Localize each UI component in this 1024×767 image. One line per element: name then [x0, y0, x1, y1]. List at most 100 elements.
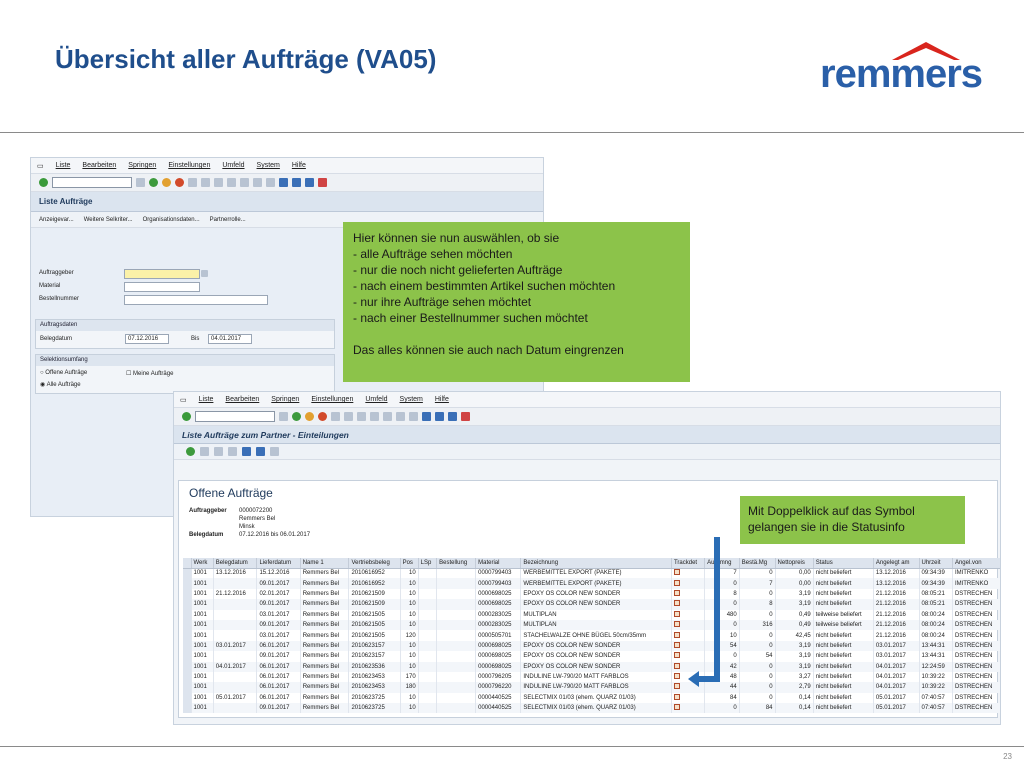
column-header[interactable]: Werk: [191, 558, 214, 569]
menu-system[interactable]: System: [400, 396, 423, 403]
first-page-icon[interactable]: [370, 412, 379, 421]
find-icon[interactable]: [201, 178, 210, 187]
new-session-icon[interactable]: [279, 178, 288, 187]
menu-einstellungen[interactable]: Einstellungen: [311, 396, 353, 403]
save-icon[interactable]: [279, 412, 288, 421]
help-icon[interactable]: [448, 412, 457, 421]
radio-offene[interactable]: ○ Offene Aufträge: [40, 370, 87, 376]
column-header[interactable]: Lieferdatum: [256, 558, 301, 569]
trackdet-icon[interactable]: [673, 662, 680, 669]
column-header[interactable]: Angel.von: [952, 558, 1000, 569]
select-all-cell[interactable]: [183, 558, 192, 569]
checkbox-meine[interactable]: ☐ Meine Aufträge: [126, 370, 173, 377]
radio-alle[interactable]: ◉ Alle Aufträge: [40, 381, 81, 388]
layout-icon[interactable]: [461, 412, 470, 421]
auftraggeber-input[interactable]: [124, 269, 200, 279]
help-icon[interactable]: [305, 178, 314, 187]
trackdet-cell[interactable]: [671, 630, 706, 641]
trackdet-cell[interactable]: [671, 651, 706, 662]
table-row[interactable]: 1001 09.01.2017 Remmers Bel 2010623157 10 000…: [183, 651, 1000, 662]
menu-einstellungen[interactable]: Einstellungen: [168, 162, 210, 169]
trackdet-cell[interactable]: [671, 609, 706, 620]
last-page-icon[interactable]: [266, 178, 275, 187]
belegdatum-to-input[interactable]: 04.01.2017: [208, 334, 252, 344]
column-header[interactable]: Auftrmng: [704, 558, 740, 569]
menu-bearbeiten[interactable]: Bearbeiten: [225, 396, 259, 403]
shortcut-icon[interactable]: [435, 412, 444, 421]
exit-icon[interactable]: [305, 412, 314, 421]
row-selector[interactable]: [183, 588, 192, 600]
row-selector[interactable]: [183, 661, 192, 672]
find-next-icon[interactable]: [357, 412, 366, 421]
menu-icon[interactable]: ▭: [180, 396, 187, 404]
appbar-weitere-selkriter[interactable]: Weitere Selkriter...: [84, 217, 133, 223]
command-field[interactable]: [195, 411, 275, 422]
table-row[interactable]: 1001 09.01.2017 Remmers Bel 2010616952 10 000…: [183, 578, 1000, 589]
trackdet-cell[interactable]: [671, 599, 706, 610]
cancel-icon[interactable]: [175, 178, 184, 187]
trackdet-icon[interactable]: [673, 610, 680, 617]
table-row[interactable]: 1001 21.12.2016 02.01.2017 Remmers Bel 20106…: [183, 588, 1000, 600]
menu-liste[interactable]: Liste: [56, 162, 71, 169]
find-icon[interactable]: [344, 412, 353, 421]
table-row[interactable]: 1001 03.01.2017 Remmers Bel 2010621505 120 00…: [183, 630, 1000, 641]
column-header[interactable]: Belegdatum: [213, 558, 258, 569]
trackdet-icon[interactable]: [673, 704, 680, 711]
shortcut-icon[interactable]: [292, 178, 301, 187]
next-page-icon[interactable]: [396, 412, 405, 421]
column-header[interactable]: Nettopreis: [775, 558, 814, 569]
row-selector[interactable]: [183, 568, 192, 579]
column-header[interactable]: Status: [813, 558, 874, 569]
bestellnummer-input[interactable]: [124, 295, 268, 305]
menu-umfeld[interactable]: Umfeld: [365, 396, 387, 403]
column-header[interactable]: Bezeichnung: [520, 558, 672, 569]
row-selector[interactable]: [183, 671, 192, 683]
enter-icon[interactable]: [182, 412, 191, 421]
trackdet-icon[interactable]: [673, 683, 680, 690]
column-header[interactable]: Bestä.Mg: [739, 558, 776, 569]
row-selector[interactable]: [183, 682, 192, 693]
trackdet-cell[interactable]: [671, 703, 706, 714]
row-selector[interactable]: [183, 599, 192, 610]
row-selector[interactable]: [183, 651, 192, 662]
column-header[interactable]: LSp: [418, 558, 438, 569]
table-row[interactable]: 1001 04.01.2017 06.01.2017 Remmers Bel 20106…: [183, 661, 1000, 672]
row-selector[interactable]: [183, 630, 192, 641]
print-icon[interactable]: [188, 178, 197, 187]
filter-icon[interactable]: [242, 447, 251, 456]
column-header[interactable]: Bestellung: [436, 558, 477, 569]
new-session-icon[interactable]: [422, 412, 431, 421]
table-row[interactable]: 1001 03.01.2017 06.01.2017 Remmers Bel 20106…: [183, 640, 1000, 652]
row-selector[interactable]: [183, 609, 192, 620]
menu-icon[interactable]: ▭: [37, 162, 44, 170]
first-page-icon[interactable]: [227, 178, 236, 187]
appbar-organisationsdaten[interactable]: Organisationsdaten...: [143, 217, 200, 223]
column-header[interactable]: Angelegt am: [873, 558, 920, 569]
save-icon[interactable]: [136, 178, 145, 187]
belegdatum-from-input[interactable]: 07.12.2016: [125, 334, 169, 344]
next-page-icon[interactable]: [253, 178, 262, 187]
trackdet-cell[interactable]: [671, 640, 706, 652]
sort-desc-icon[interactable]: [214, 447, 223, 456]
menu-hilfe[interactable]: Hilfe: [435, 396, 449, 403]
trackdet-icon[interactable]: [673, 589, 680, 596]
trackdet-cell[interactable]: [671, 568, 706, 579]
trackdet-cell[interactable]: [671, 692, 706, 704]
appbar-anzeigevar[interactable]: Anzeigevar...: [39, 217, 74, 223]
column-header[interactable]: Uhrzeit: [919, 558, 953, 569]
details-icon[interactable]: [186, 447, 195, 456]
menu-bearbeiten[interactable]: Bearbeiten: [82, 162, 116, 169]
value-help-icon[interactable]: [201, 270, 208, 277]
trackdet-icon[interactable]: [673, 579, 680, 586]
table-row[interactable]: 1001 09.01.2017 Remmers Bel 2010621505 10 000…: [183, 619, 1000, 631]
command-field[interactable]: [52, 177, 132, 188]
trackdet-icon[interactable]: [673, 652, 680, 659]
sort-asc-icon[interactable]: [200, 447, 209, 456]
export-icon[interactable]: [270, 447, 279, 456]
layout-icon[interactable]: [318, 178, 327, 187]
trackdet-icon[interactable]: [673, 641, 680, 648]
table-row[interactable]: 1001 09.01.2017 Remmers Bel 2010623725 10 000…: [183, 703, 1000, 714]
trackdet-cell[interactable]: [671, 588, 706, 600]
table-row[interactable]: 1001 09.01.2017 Remmers Bel 2010621509 10 000…: [183, 599, 1000, 610]
column-header[interactable]: Material: [475, 558, 522, 569]
